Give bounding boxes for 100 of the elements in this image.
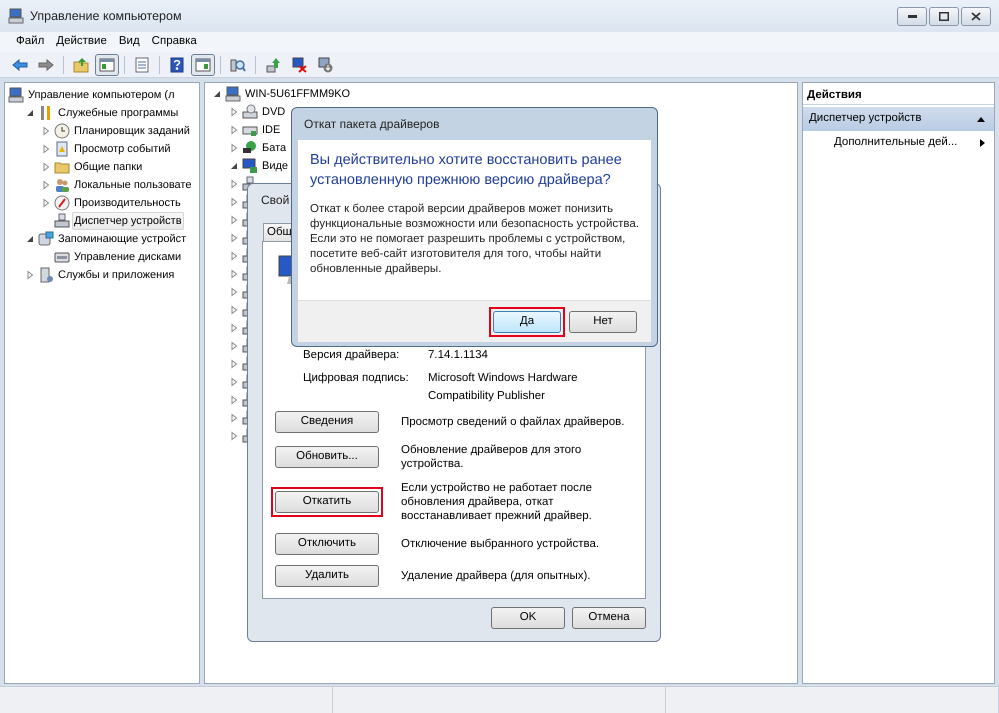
users-icon (54, 177, 70, 193)
collapsed-arrow-icon[interactable] (229, 413, 239, 423)
close-icon (971, 12, 981, 20)
section-header[interactable]: Диспетчер устройств (803, 107, 994, 131)
dialog-heading: Вы действительно хотите восстановить ранее установленную прежнюю версию драйвера? (310, 151, 623, 190)
tree-item[interactable]: Служебные программы (56, 104, 180, 122)
driver-button[interactable]: Откатить (275, 490, 379, 513)
driver-button[interactable]: Отключить (275, 532, 379, 555)
tree-item[interactable]: Просмотр событий (72, 140, 173, 158)
button-description: Обновление драйверов для этого устройства. (401, 442, 582, 471)
toolbar-button[interactable] (191, 54, 215, 76)
device-icon (54, 213, 70, 229)
toolbar-button[interactable] (95, 54, 119, 76)
dialog-button[interactable]: Да (493, 310, 561, 332)
collapsed-arrow-icon[interactable] (41, 198, 51, 208)
tree-item[interactable]: Диспетчер устройств (72, 212, 184, 230)
gauge-icon (54, 195, 70, 211)
close-button[interactable] (961, 6, 991, 26)
action-link[interactable]: Дополнительные дей... (834, 134, 958, 152)
minimize-button[interactable] (897, 6, 927, 26)
back-icon (12, 56, 28, 72)
list-icon (134, 56, 150, 72)
pane-icon (99, 56, 115, 72)
expanded-arrow-icon[interactable] (25, 108, 35, 118)
collapsed-arrow-icon[interactable] (229, 215, 239, 225)
tree-item[interactable]: WIN-5U61FFMM9KO (243, 85, 352, 103)
collapsed-arrow-icon[interactable] (229, 431, 239, 441)
dialog-button[interactable]: Отмена (572, 607, 646, 629)
uninstall-icon (317, 56, 333, 72)
tree-item[interactable]: Управление компьютером (л (26, 86, 176, 104)
update-icon (265, 56, 281, 72)
collapsed-arrow-icon[interactable] (229, 107, 239, 117)
field-label: Цифровая подпись: (303, 371, 410, 386)
pane-icon (195, 56, 211, 72)
collapsed-arrow-icon[interactable] (229, 269, 239, 279)
tree-item[interactable]: Общие папки (72, 158, 144, 176)
tree-item[interactable]: Локальные пользовате (72, 176, 194, 194)
maximize-button[interactable] (929, 6, 959, 26)
dialog-title: Откат пакета драйверов (304, 116, 440, 133)
submenu-arrow-icon (979, 138, 986, 148)
driver-button[interactable]: Обновить... (275, 446, 379, 468)
field-value: Microsoft Windows Hardware Compatibility Publisher (428, 371, 579, 404)
window-title: Управление компьютером (30, 8, 182, 25)
collapsed-arrow-icon[interactable] (229, 251, 239, 261)
scan-icon (230, 56, 246, 72)
collapsed-arrow-icon[interactable] (229, 377, 239, 387)
collapsed-arrow-icon[interactable] (229, 287, 239, 297)
collapse-arrow-icon (976, 114, 986, 124)
collapsed-arrow-icon[interactable] (41, 180, 51, 190)
dialog-button[interactable]: OK (491, 607, 565, 629)
collapsed-arrow-icon[interactable] (229, 233, 239, 243)
tree-item[interactable]: Запоминающие устройст (56, 230, 188, 248)
tree-item[interactable]: Виде (260, 157, 290, 175)
storage-icon (38, 231, 54, 247)
tree-item[interactable]: Бата (260, 139, 288, 157)
menu-item[interactable]: Справка (146, 33, 203, 51)
collapsed-arrow-icon[interactable] (229, 143, 239, 153)
computer-icon (8, 87, 24, 103)
expanded-arrow-icon[interactable] (229, 161, 239, 171)
dialog-button[interactable]: Нет (569, 310, 637, 332)
collapsed-arrow-icon[interactable] (229, 305, 239, 315)
driver-button[interactable]: Удалить (275, 564, 379, 587)
plug-icon (242, 140, 258, 156)
maximize-icon (939, 12, 949, 20)
collapsed-arrow-icon[interactable] (229, 359, 239, 369)
button-description: Удаление драйвера (для опытных). (401, 568, 592, 583)
collapsed-arrow-icon[interactable] (229, 179, 239, 189)
field-value: 7.14.1.1134 (428, 348, 489, 363)
driver-button[interactable]: Сведения (275, 410, 379, 433)
server-icon (38, 267, 54, 283)
log-icon (54, 141, 70, 157)
collapsed-arrow-icon[interactable] (41, 126, 51, 136)
button-description: Просмотр сведений о файлах драйверов. (401, 414, 626, 429)
menu-item[interactable]: Вид (112, 33, 146, 51)
menu-item[interactable]: Файл (10, 33, 50, 51)
collapsed-arrow-icon[interactable] (41, 144, 51, 154)
tree-item[interactable]: Производительность (72, 194, 183, 212)
dialog-message: Откат к более старой версии драйверов может понизить функциональные возможности или безопасность устройства. Если это не помогает разрешить проблемы с устройством, посетите веб-сайт изготовителя для того, чтобы найти обновленные драйверы. (310, 202, 640, 277)
menu-item[interactable]: Действие (50, 33, 113, 51)
disc-drive-icon (242, 104, 258, 120)
button-description: Отключение выбранного устройства. (401, 536, 600, 551)
collapsed-arrow-icon[interactable] (229, 125, 239, 135)
expanded-arrow-icon[interactable] (25, 234, 35, 244)
tree-item[interactable]: IDE (260, 121, 282, 139)
computer-icon (8, 8, 24, 24)
display-icon (242, 158, 258, 174)
collapsed-arrow-icon[interactable] (229, 395, 239, 405)
tree-item[interactable]: Управление дисками (72, 248, 184, 266)
collapsed-arrow-icon[interactable] (25, 270, 35, 280)
expanded-arrow-icon[interactable] (212, 89, 222, 99)
tree-item[interactable]: DVD (260, 103, 288, 121)
collapsed-arrow-icon[interactable] (229, 197, 239, 207)
collapsed-arrow-icon[interactable] (41, 162, 51, 172)
computer-icon (225, 86, 241, 102)
button-description: Если устройство не работает после обновления драйвера, откат восстанавливает прежний драйвер. (401, 480, 594, 523)
tree-item[interactable]: Планировщик заданий (72, 122, 192, 140)
tree-item[interactable]: Службы и приложения (56, 266, 176, 284)
forward-icon (38, 56, 54, 72)
collapsed-arrow-icon[interactable] (229, 323, 239, 333)
collapsed-arrow-icon[interactable] (229, 341, 239, 351)
